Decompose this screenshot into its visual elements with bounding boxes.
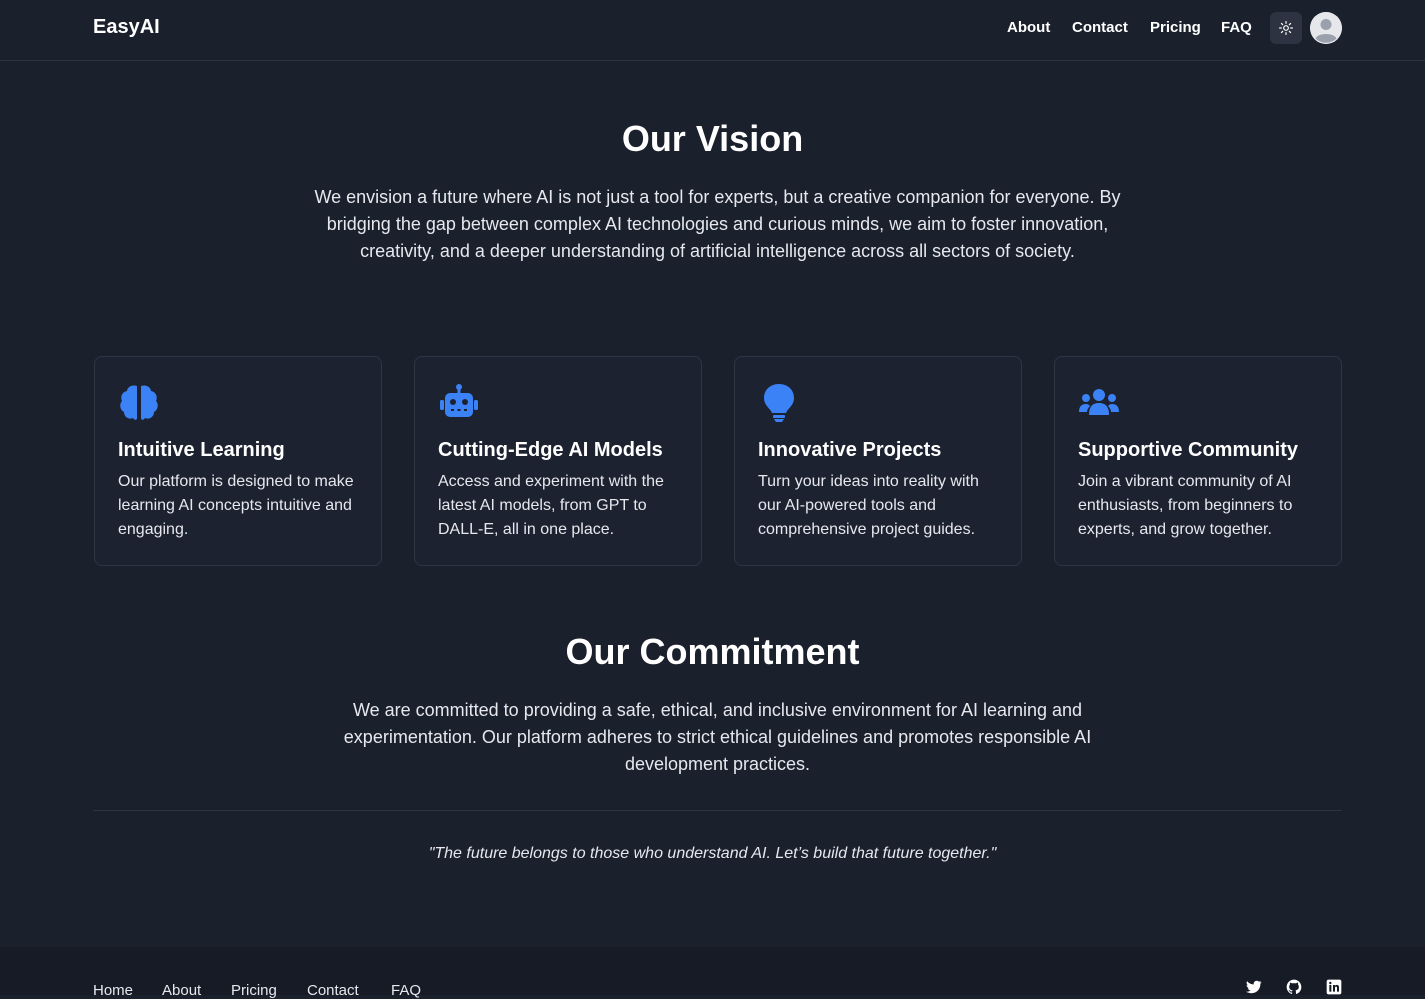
brain-icon [118,382,160,424]
vision-title: Our Vision [621,118,804,159]
robot-icon [438,382,480,424]
feature-card-innovative-projects: Innovative Projects Turn your ideas into… [734,356,1022,566]
footer-link-about[interactable]: About [162,982,201,999]
brand-logo[interactable]: EasyAI [93,16,160,39]
closing-quote: "The future belongs to those who underst… [428,845,997,862]
user-avatar-icon [1310,12,1342,44]
section-divider [93,810,1342,811]
feature-card-intuitive-learning: Intuitive Learning Our platform is desig… [94,356,382,566]
feature-text: Access and experiment with the latest AI… [438,473,664,538]
footer-link-home[interactable]: Home [93,982,133,999]
feature-title: Innovative Projects [758,439,942,461]
feature-text: Our platform is designed to make learnin… [118,473,354,538]
feature-title: Cutting-Edge AI Models [438,439,663,461]
footer: Home About Pricing Contact FAQ [0,947,1425,999]
sun-icon [1279,21,1293,35]
twitter-icon[interactable] [1246,979,1262,995]
commitment-title: Our Commitment [565,631,860,672]
feature-text: Turn your ideas into reality with our AI… [758,473,979,538]
feature-card-ai-models: Cutting-Edge AI Models Access and experi… [414,356,702,566]
feature-card-community: Supportive Community Join a vibrant comm… [1054,356,1342,566]
feature-title: Intuitive Learning [118,439,285,461]
lightbulb-icon [758,382,800,424]
vision-text: We envision a future where AI is not jus… [314,187,1121,261]
nav-link-about[interactable]: About [1007,19,1050,36]
github-icon[interactable] [1286,979,1302,995]
feature-text: Join a vibrant community of AI enthusias… [1078,473,1293,538]
users-icon [1078,382,1120,424]
footer-link-faq[interactable]: FAQ [391,982,421,999]
commitment-text: We are committed to providing a safe, et… [343,700,1092,774]
theme-toggle-button[interactable] [1270,12,1302,44]
linkedin-icon[interactable] [1326,979,1342,995]
nav-link-faq[interactable]: FAQ [1221,19,1252,36]
top-navbar: EasyAI About Contact Pricing FAQ [0,0,1425,61]
nav-link-contact[interactable]: Contact [1072,19,1128,36]
footer-link-contact[interactable]: Contact [307,982,359,999]
nav-link-pricing[interactable]: Pricing [1150,19,1201,36]
feature-title: Supportive Community [1078,439,1299,461]
user-avatar[interactable] [1310,12,1342,44]
footer-link-pricing[interactable]: Pricing [231,982,277,999]
